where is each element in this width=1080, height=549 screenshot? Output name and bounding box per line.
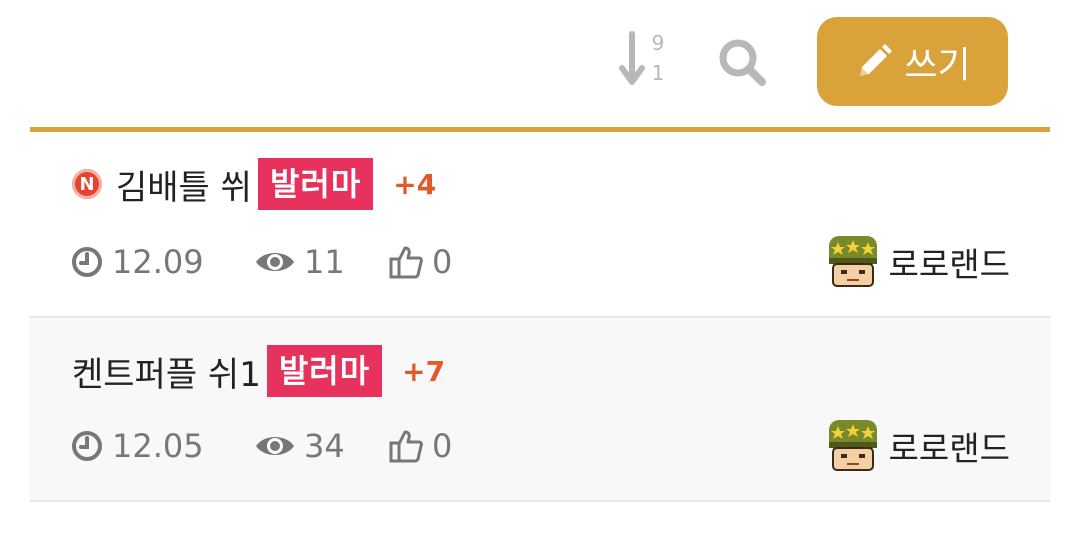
post-title[interactable]: 김배틀 쒸 xyxy=(116,160,252,209)
post-author-name: 로로랜드 xyxy=(888,245,1010,284)
post-date-text: 12.05 xyxy=(112,427,204,465)
list-item[interactable]: N 김배틀 쒸 발러마 +4 12.09 11 0 로로랜드 xyxy=(30,132,1050,318)
post-author-name: 로로랜드 xyxy=(888,429,1010,468)
comment-count: +7 xyxy=(402,354,446,388)
post-meta: 12.05 34 0 xyxy=(70,424,452,468)
eye-icon xyxy=(256,253,294,271)
post-title-row: N 김배틀 쒸 발러마 +4 xyxy=(72,158,436,210)
post-title[interactable]: 켄트퍼플 쉬1 xyxy=(72,347,261,396)
comment-count: +4 xyxy=(393,167,437,201)
pencil-icon xyxy=(860,43,893,76)
svg-text:1: 1 xyxy=(652,61,665,85)
clock-icon xyxy=(72,247,102,277)
post-meta: 12.09 11 0 xyxy=(70,240,452,284)
post-tag: 발러마 xyxy=(266,345,383,397)
post-likes-text: 0 xyxy=(432,243,453,281)
sort-button[interactable]: 9 1 xyxy=(614,28,674,92)
write-button[interactable]: 쓰기 xyxy=(817,17,1008,106)
post-date-text: 12.09 xyxy=(112,243,204,281)
avatar xyxy=(828,236,877,287)
post-title-row: 켄트퍼플 쉬1 발러마 +7 xyxy=(72,345,445,397)
avatar xyxy=(828,420,877,471)
eye-icon xyxy=(256,437,294,455)
thumbs-up-icon xyxy=(389,430,423,463)
post-date: 12.09 xyxy=(70,243,254,281)
post-date: 12.05 xyxy=(70,427,254,465)
board-toolbar: 9 1 쓰기 xyxy=(0,0,1080,128)
svg-text:9: 9 xyxy=(652,31,665,55)
post-likes: 0 xyxy=(388,243,452,281)
post-tag: 발러마 xyxy=(257,158,374,210)
search-button[interactable] xyxy=(712,34,774,90)
write-button-label: 쓰기 xyxy=(904,44,971,86)
post-likes: 0 xyxy=(388,427,452,465)
sort-numeric-desc-icon: 9 1 xyxy=(619,31,665,85)
thumbs-up-icon xyxy=(389,246,423,279)
search-icon xyxy=(719,39,766,86)
board-list-page: 9 1 쓰기 N 김배틀 쒸 발러마 +4 12.09 11 0 로로랜드 켄트… xyxy=(0,0,1080,549)
post-views-text: 11 xyxy=(304,243,345,281)
post-views: 11 xyxy=(254,243,388,281)
new-badge-icon: N xyxy=(72,169,102,199)
list-item[interactable]: 켄트퍼플 쉬1 발러마 +7 12.05 34 0 로로랜드 xyxy=(30,318,1050,502)
clock-icon xyxy=(72,431,102,461)
post-author[interactable]: 로로랜드 xyxy=(823,414,1010,478)
post-views-text: 34 xyxy=(304,427,345,465)
post-views: 34 xyxy=(254,427,388,465)
post-likes-text: 0 xyxy=(432,427,453,465)
post-author[interactable]: 로로랜드 xyxy=(823,230,1010,294)
